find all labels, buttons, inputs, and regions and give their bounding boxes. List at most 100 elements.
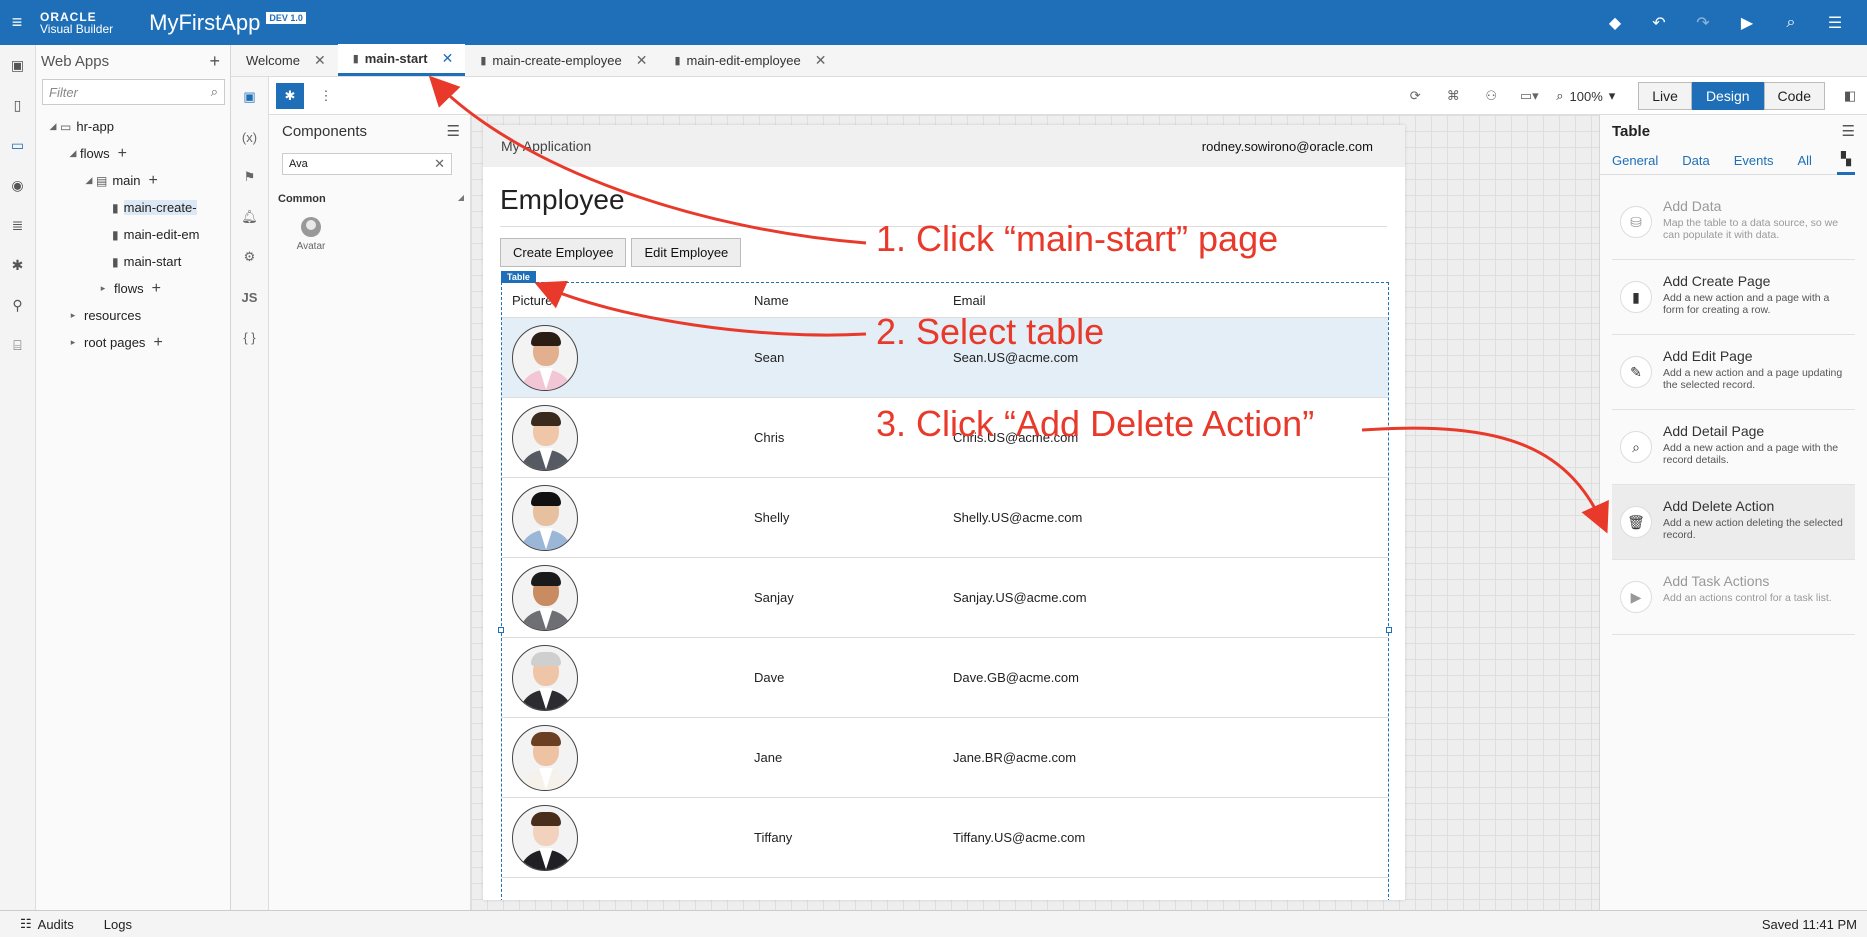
tab-welcome[interactable]: Welcome ✕ (231, 44, 338, 76)
structure-icon[interactable]: ⋮ (312, 83, 340, 109)
git-icon[interactable]: ◆ (1593, 13, 1637, 33)
live-mode-button[interactable]: Live (1638, 82, 1692, 110)
collapse-arrow-icon[interactable]: ◢ (82, 175, 96, 186)
create-employee-button[interactable]: Create Employee (500, 238, 627, 267)
edit-employee-button[interactable]: Edit Employee (631, 238, 742, 267)
add-flow-icon[interactable]: + (118, 145, 127, 163)
business-objects-icon[interactable]: ≣ (0, 205, 35, 245)
services-icon[interactable]: ◉ (0, 165, 35, 205)
add-detail-page-action[interactable]: ⌕ Add Detail Page Add a new action and a … (1612, 410, 1855, 485)
redo-icon[interactable]: ↷ (1681, 13, 1725, 33)
tree-item-main[interactable]: ◢ ▤ main + (36, 167, 230, 194)
menu-icon[interactable]: ☰ (447, 122, 460, 140)
translations-icon[interactable]: ⌘ (1434, 88, 1472, 104)
close-icon[interactable]: ✕ (636, 52, 648, 69)
editor-tabs: Welcome ✕ ▮ main-start ✕ ▮ main-create-emplo… (231, 44, 1867, 77)
tree-item-main-create[interactable]: ▮ main-create- (36, 194, 230, 221)
resize-handle-left[interactable] (498, 627, 504, 633)
add-create-page-action[interactable]: ▮ Add Create Page Add a new action and a … (1612, 260, 1855, 335)
trash-icon: 🗑︎ (1620, 506, 1652, 538)
table-row[interactable]: Sanjay Sanjay.US@acme.com (502, 558, 1388, 638)
tree-item-resources[interactable]: ▸ resources (36, 302, 230, 329)
category-header[interactable]: Common ◢ (278, 193, 464, 205)
tab-events[interactable]: Events (1734, 153, 1774, 168)
tree-item-root-pages[interactable]: ▸ root pages + (36, 329, 230, 356)
add-page-icon[interactable]: + (149, 172, 158, 190)
table-row[interactable]: Tiffany Tiffany.US@acme.com (502, 798, 1388, 878)
variables-icon[interactable]: (x) (231, 117, 268, 157)
component-label: Avatar (296, 241, 326, 252)
close-icon[interactable]: ✕ (815, 52, 827, 69)
refresh-icon[interactable]: ⟳ (1396, 88, 1434, 104)
add-flow-icon[interactable]: + (152, 280, 161, 298)
add-data-action[interactable]: ⛁ Add Data Map the table to a data source… (1612, 185, 1855, 260)
add-delete-action[interactable]: 🗑︎ Add Delete Action Add a new action del… (1612, 485, 1855, 560)
page-designer-icon[interactable]: ▣ (231, 77, 268, 117)
tab-main-start[interactable]: ▮ main-start ✕ (337, 44, 466, 76)
web-apps-icon[interactable]: ▭ (0, 125, 35, 165)
properties-header: Table ☰ (1600, 115, 1867, 147)
add-root-page-icon[interactable]: + (153, 334, 162, 352)
expand-arrow-icon[interactable]: ▸ (66, 310, 80, 321)
tree-item-flows[interactable]: ◢ flows + (36, 140, 230, 167)
logs-button[interactable]: Logs (104, 917, 132, 932)
tree-item-main-start[interactable]: ▮ main-start (36, 248, 230, 275)
user-roles-icon[interactable]: ⚇ (1472, 88, 1510, 104)
add-web-app-icon[interactable]: + (209, 51, 220, 72)
table-row[interactable]: Shelly Shelly.US@acme.com (502, 478, 1388, 558)
logs-label: Logs (103, 916, 132, 932)
tab-general[interactable]: General (1612, 153, 1658, 168)
expand-arrow-icon[interactable]: ▸ (96, 283, 110, 294)
design-mode-button[interactable]: Design (1691, 82, 1764, 110)
menu-icon[interactable]: ☰ (1813, 13, 1857, 33)
tab-data[interactable]: Data (1682, 153, 1709, 168)
tree-item-hr-app[interactable]: ◢ ▭ hr-app (36, 113, 230, 140)
audits-button[interactable]: ☷ Audits (20, 916, 74, 932)
device-size-icon[interactable]: ▭▾ (1510, 88, 1548, 104)
undo-icon[interactable]: ↶ (1637, 13, 1681, 33)
components-icon[interactable]: ✱ (0, 245, 35, 285)
column-header-name[interactable]: Name (754, 293, 953, 308)
properties-panel-toggle-icon[interactable]: ◧ (1833, 88, 1867, 104)
clear-icon[interactable]: ✕ (434, 156, 445, 172)
phone-icon[interactable]: ▯ (0, 85, 35, 125)
table-row[interactable]: Jane Jane.BR@acme.com (502, 718, 1388, 798)
mobile-apps-icon[interactable]: ▣ (0, 45, 35, 85)
tree-item-main-edit[interactable]: ▮ main-edit-em (36, 221, 230, 248)
javascript-icon[interactable]: JS (231, 277, 268, 317)
collapse-arrow-icon[interactable]: ◢ (46, 121, 60, 132)
tab-main-create-employee[interactable]: ▮ main-create-employee ✕ (465, 44, 659, 76)
tree-item-flows-root[interactable]: ▸ flows + (36, 275, 230, 302)
add-edit-page-action[interactable]: ✎ Add Edit Page Add a new action and a pa… (1612, 335, 1855, 410)
source-icon[interactable]: ⌸ (0, 325, 35, 365)
database-icon: ⛁ (1620, 206, 1652, 238)
employee-table[interactable]: Table Picture Name Email Sean Sean.US@acm… (498, 271, 1392, 900)
zoom-select[interactable]: ⌕ 100% ▾ (1548, 88, 1638, 104)
code-mode-button[interactable]: Code (1763, 82, 1825, 110)
tab-all[interactable]: All (1797, 153, 1811, 168)
action-chains-icon[interactable]: ⚑ (231, 157, 268, 197)
column-header-picture[interactable]: Picture (502, 293, 754, 308)
settings-icon[interactable]: ⚙ (231, 237, 268, 277)
avatar-component[interactable]: Avatar (291, 217, 331, 252)
quick-start-tab-icon[interactable]: ▚ (1837, 147, 1855, 175)
events-icon[interactable]: 🔔︎ (231, 197, 268, 237)
components-search-input[interactable]: Ava ✕ (282, 153, 452, 175)
expand-arrow-icon[interactable]: ▸ (66, 337, 80, 348)
json-icon[interactable]: { } (231, 317, 268, 357)
search-icon[interactable]: ⌕ (1769, 14, 1813, 32)
collapse-arrow-icon[interactable]: ◢ (66, 148, 80, 159)
hamburger-menu-icon[interactable]: ≡ (0, 0, 34, 45)
components-palette-icon[interactable]: ✱ (276, 83, 304, 109)
add-task-actions[interactable]: ▶ Add Task Actions Add an actions control… (1612, 560, 1855, 635)
tab-main-edit-employee[interactable]: ▮ main-edit-employee ✕ (659, 44, 838, 76)
filter-input[interactable]: Filter ⌕ (42, 79, 225, 105)
run-icon[interactable]: ▶ (1725, 13, 1769, 33)
close-icon[interactable]: ✕ (442, 50, 454, 67)
processes-icon[interactable]: ⚲ (0, 285, 35, 325)
menu-icon[interactable]: ☰ (1842, 122, 1855, 140)
table-row[interactable]: Dave Dave.GB@acme.com (502, 638, 1388, 718)
close-icon[interactable]: ✕ (314, 52, 326, 69)
resize-handle-right[interactable] (1386, 627, 1392, 633)
column-header-email[interactable]: Email (953, 293, 1388, 308)
